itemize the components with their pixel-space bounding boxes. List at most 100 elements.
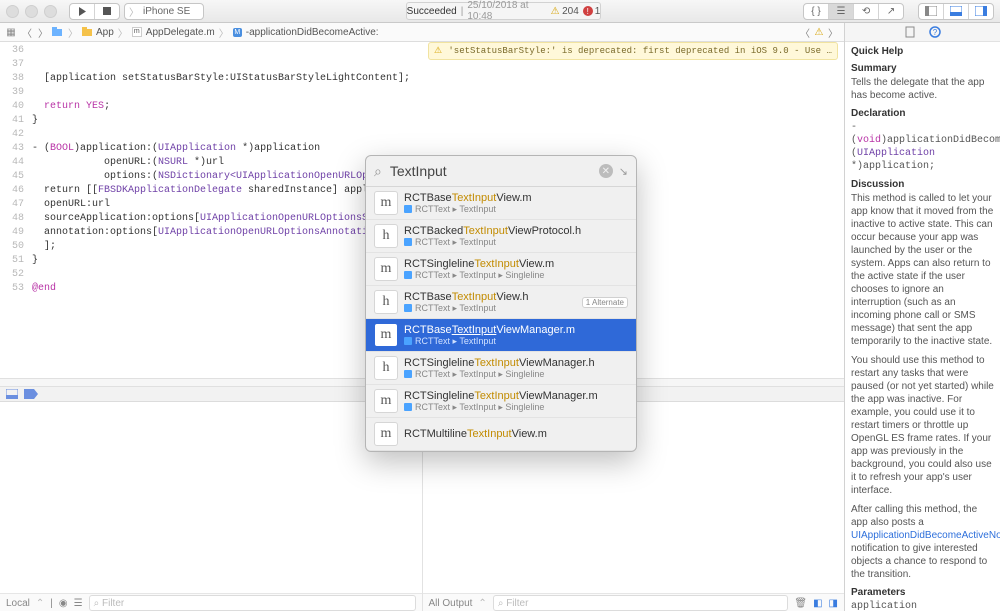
file-type-icon: m [374,323,398,347]
svg-text:?: ? [932,28,937,37]
scheme-label: iPhone SE [143,6,190,17]
open-quickly-result[interactable]: hRCTBaseTextInputView.hRCTText ▸ TextInp… [366,286,636,319]
quick-help-tab[interactable]: ? [929,26,941,38]
run-button[interactable] [70,4,94,19]
param-name: application [851,600,994,611]
discussion-heading: Discussion [851,179,994,190]
open-quickly-panel: ⌕ ✕ ↘ mRCTBaseTextInputView.mRCTText ▸ T… [365,155,637,452]
scheme-selector[interactable]: 〉iPhone SE [124,3,204,20]
result-title: RCTSinglelineTextInputViewManager.h [404,357,628,369]
standard-editor-button[interactable]: { } [804,4,828,19]
zoom-window-button[interactable] [44,5,57,18]
result-path: RCTText ▸ TextInput [404,204,628,215]
folder-icon [82,27,92,37]
inline-warning[interactable]: ⚠ 'setStatusBarStyle:' is deprecated: fi… [428,42,838,60]
search-icon: ⌕ [374,163,382,180]
activity-status[interactable]: Succeeded | 25/10/2018 at 10:48 ⚠204 !1 [406,2,602,20]
filter-icon: ⌕ [498,598,504,609]
minimize-window-button[interactable] [25,5,38,18]
result-path: RCTText ▸ TextInput ▸ Singleline [404,402,628,413]
file-type-icon: m [374,422,398,446]
file-type-icon: h [374,224,398,248]
file-type-icon: m [374,389,398,413]
prev-issue-button[interactable]: 〈 [798,25,812,39]
summary-heading: Summary [851,63,994,74]
window-controls [6,5,57,18]
quicklook-icon[interactable]: ☰ [74,598,83,609]
result-title: RCTBaseTextInputViewManager.m [404,324,628,336]
declaration-text: - (void)applicationDidBecomeActive:(UIAp… [851,121,994,173]
utilities-panel: ? Quick Help Summary Tells the delegate … [844,23,1000,611]
result-title: RCTSinglelineTextInputView.m [404,258,628,270]
variables-scope-selector[interactable]: Local [6,598,30,609]
result-path: RCTText ▸ TextInput [404,237,628,248]
result-title: RCTSinglelineTextInputViewManager.m [404,390,628,402]
back-button[interactable]: 〈 [20,25,34,39]
variables-filter-input[interactable]: ⌕ Filter [89,595,416,611]
filter-icon: ⌕ [94,598,100,609]
status-subtitle: 25/10/2018 at 10:48 [467,0,542,22]
result-title: RCTMultilineTextInputView.m [404,428,628,440]
folder-icon [52,27,62,37]
next-issue-button[interactable]: 〉 [826,25,840,39]
assistant-editor-button[interactable]: ☰ [828,4,853,19]
project-icon [404,403,412,411]
file-type-icon: m [374,257,398,281]
toggle-debug-area-button[interactable] [943,4,968,19]
jump-bar: ▦ 〈 〉 〉 App 〉 m AppDelegate.m 〉 M -appli… [0,23,844,42]
console-filter-input[interactable]: ⌕ Filter [493,595,789,611]
open-quickly-result[interactable]: mRCTSinglelineTextInputView.mRCTText ▸ T… [366,253,636,286]
editor-mode-buttons: { } ☰ ⟲ ↗ [803,3,904,20]
open-quickly-result[interactable]: m RCTBaseTextInputView.mRCTText ▸ TextInp… [366,187,636,220]
toggle-navigator-button[interactable] [919,4,943,19]
parameters-heading: Parameters [851,587,994,598]
crumb-symbol[interactable]: -applicationDidBecomeActive: [246,27,379,38]
output-scope-selector[interactable]: All Output [429,598,473,609]
crumb-file[interactable]: AppDelegate.m [146,27,215,38]
result-title: RCTBaseTextInputView.h [404,291,576,303]
open-quickly-result[interactable]: h RCTSinglelineTextInputViewManager.hRCTT… [366,352,636,385]
close-window-button[interactable] [6,5,19,18]
scope-icon[interactable]: ↘ [619,165,628,178]
open-quickly-input[interactable] [388,162,593,180]
open-quickly-result[interactable]: h RCTBackedTextInputViewProtocol.hRCTText… [366,220,636,253]
eye-icon[interactable]: ◉ [59,598,68,609]
panel-toggles [918,3,994,20]
run-controls [69,3,120,20]
open-quickly-result[interactable]: mRCTBaseTextInputViewManager.mRCTText ▸ … [366,319,636,352]
project-icon [404,370,412,378]
show-variables-button[interactable]: ◧ [813,598,822,609]
warnings-count[interactable]: ⚠204 [550,6,579,17]
toggle-utilities-button[interactable] [968,4,993,19]
alternate-badge: 1 Alternate [582,297,628,308]
stop-button[interactable] [94,4,119,19]
show-console-button[interactable]: ◨ [829,598,838,609]
forward-button[interactable]: 〉 [36,25,50,39]
result-title: RCTBaseTextInputView.m [404,192,628,204]
open-quickly-result[interactable]: m RCTSinglelineTextInputViewManager.mRCTT… [366,385,636,418]
result-title: RCTBackedTextInputViewProtocol.h [404,225,628,237]
method-icon: M [233,28,242,37]
version-editor-button[interactable]: ⟲ [853,4,878,19]
crumb-folder[interactable]: App [96,27,114,38]
related-items-button[interactable]: ▦ [4,25,18,39]
status-title: Succeeded [407,6,457,17]
version-editor-button-alt[interactable]: ↗ [878,4,903,19]
errors-count[interactable]: !1 [583,6,601,17]
breakpoint-toggle-button[interactable] [24,389,38,399]
main-toolbar: 〉iPhone SE Succeeded | 25/10/2018 at 10:… [0,0,1000,23]
project-icon [404,337,412,345]
file-type-icon: h [374,356,398,380]
file-inspector-tab[interactable] [905,26,915,38]
trash-icon[interactable]: 🗑 [794,598,807,609]
toggle-debug-button[interactable] [6,389,18,399]
open-quickly-result[interactable]: m RCTMultilineTextInputView.m [366,418,636,451]
project-icon [404,205,412,213]
notification-link[interactable]: UIApplicationDidBecomeActiveNotification [851,530,1000,541]
clear-search-button[interactable]: ✕ [599,164,613,178]
file-type-icon: h [374,290,398,314]
project-icon [404,238,412,246]
project-icon [404,271,412,279]
result-path: RCTText ▸ TextInput ▸ Singleline [404,369,628,380]
file-type-icon: m [374,191,398,215]
